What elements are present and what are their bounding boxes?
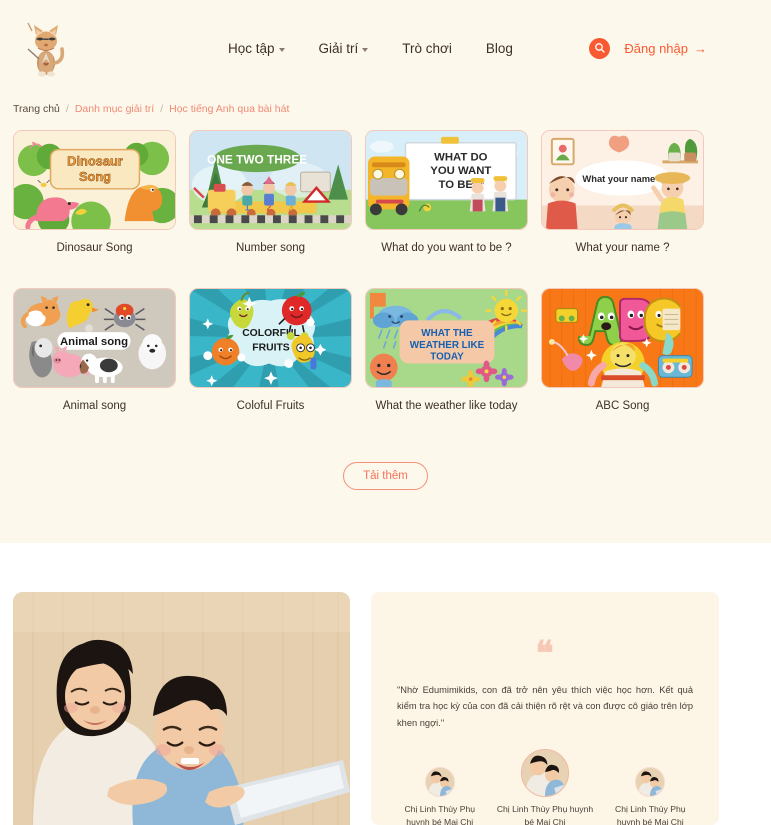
chevron-down-icon	[362, 47, 369, 52]
svg-text:WHAT THE: WHAT THE	[421, 328, 473, 339]
nav-item-blog[interactable]: Blog	[486, 41, 513, 56]
card-thumbnail: Dinosaur Song	[13, 130, 176, 230]
avatar	[521, 748, 569, 797]
card-title: ABC Song	[595, 399, 650, 412]
nav-label: Trò chơi	[402, 40, 452, 56]
card-title: What your name ?	[575, 242, 670, 254]
svg-text:Animal song: Animal song	[60, 336, 128, 348]
svg-text:FRUITS: FRUITS	[252, 343, 290, 354]
nav-label: Học tập	[228, 40, 275, 56]
testimonial-section: ❝ "Nhờ Edumimikids, con đã trở nên yêu t…	[0, 592, 771, 825]
main-nav: Học tập Giải trí Trò chơi Blog	[228, 41, 513, 56]
site-header: Học tập Giải trí Trò chơi Blog Đăng nhập…	[0, 0, 771, 96]
song-card-what-your-name[interactable]: What your name ? What your name ?	[541, 130, 704, 256]
author-name: Chị Linh Thùy Phụ huynh bé Mai Chi	[404, 803, 476, 825]
nav-item-tro-choi[interactable]: Trò chơi	[402, 41, 452, 56]
login-button[interactable]: Đăng nhập →	[624, 41, 707, 56]
card-title: Coloful Fruits	[236, 399, 305, 412]
song-card-coloful-fruits[interactable]: COLORFUL FRUITS Coloful Fruits	[189, 287, 352, 414]
card-thumbnail: COLORFUL FRUITS	[189, 287, 352, 388]
card-thumbnail: Animal song	[13, 287, 176, 388]
svg-text:Dinosaur: Dinosaur	[67, 153, 123, 168]
testimonial-text: "Nhờ Edumimikids, con đã trở nên yêu thí…	[397, 685, 693, 728]
breadcrumb: Trang chủ / Danh mục giải trí / Học tiến…	[0, 96, 771, 122]
avatar	[424, 766, 455, 797]
arrow-right-icon: →	[694, 40, 707, 56]
svg-text:ONE TWO THREE: ONE TWO THREE	[207, 152, 307, 166]
breadcrumb-home[interactable]: Trang chủ	[13, 103, 60, 115]
card-thumbnail	[541, 287, 704, 388]
breadcrumb-category[interactable]: Danh mục giải trí	[75, 103, 154, 115]
author-name: Chị Linh Thùy Phụ huynh bé Mai Chi	[496, 803, 594, 825]
card-thumbnail: What your name ?	[541, 130, 704, 230]
card-title: Dinosaur Song	[56, 242, 133, 254]
testimonial-author-right[interactable]: Chị Linh Thùy Phụ huynh bé Mai Chi	[608, 766, 693, 825]
svg-text:WEATHER LIKE: WEATHER LIKE	[410, 340, 485, 351]
page-root: Học tập Giải trí Trò chơi Blog Đăng nhập…	[0, 0, 771, 825]
chevron-down-icon	[278, 47, 285, 52]
card-thumbnail: WHAT THE WEATHER LIKE TODAY	[365, 287, 528, 388]
avatar	[635, 766, 666, 797]
song-card-number[interactable]: ONE TWO THREE 1 2 3 Number song	[189, 130, 352, 256]
svg-text:TODAY: TODAY	[430, 351, 464, 362]
testimonial-author-left[interactable]: Chị Linh Thùy Phụ huynh bé Mai Chi	[397, 766, 482, 825]
load-more-area: Tải thêm	[0, 461, 771, 490]
nav-label: Giải trí	[318, 40, 359, 56]
song-card-abc[interactable]: ABC Song	[541, 287, 704, 414]
nav-item-hoc-tap[interactable]: Học tập	[228, 41, 285, 56]
song-card-grid-row1: Dinosaur Song Dinosaur Song ONE TWO THRE…	[0, 122, 771, 256]
card-title: Number song	[235, 242, 306, 254]
family-photo	[13, 592, 350, 825]
card-title: Animal song	[62, 399, 127, 412]
nav-label: Blog	[485, 40, 513, 56]
svg-text:What your name ?: What your name ?	[582, 174, 663, 184]
card-thumbnail: WHAT DO YOU WANT TO BE ?	[365, 130, 528, 230]
load-more-button[interactable]: Tải thêm	[343, 461, 428, 490]
breadcrumb-separator: /	[160, 103, 164, 115]
nav-item-giai-tri[interactable]: Giải trí	[319, 41, 369, 56]
card-thumbnail: ONE TWO THREE 1 2 3	[189, 130, 352, 230]
song-card-dinosaur[interactable]: Dinosaur Song Dinosaur Song	[13, 130, 176, 256]
search-icon[interactable]	[589, 37, 611, 59]
login-label: Đăng nhập	[624, 40, 688, 56]
card-title: What the weather like today	[375, 399, 518, 412]
testimonial-authors: Chị Linh Thùy Phụ huynh bé Mai Chi Chị L…	[397, 748, 693, 825]
cat-mascot-logo-icon[interactable]	[22, 19, 70, 77]
song-card-grid-row2: Animal song Animal song COLORFUL FRUITS …	[0, 280, 771, 414]
testimonial-author-center[interactable]: Chị Linh Thùy Phụ huynh bé Mai Chi	[494, 748, 595, 825]
quote-mark-icon: ❝	[535, 636, 555, 673]
svg-text:Song: Song	[79, 169, 111, 184]
svg-text:YOU WANT: YOU WANT	[430, 165, 491, 177]
breadcrumb-current: Học tiếng Anh qua bài hát	[169, 103, 290, 115]
song-card-animal[interactable]: Animal song Animal song	[13, 287, 176, 414]
song-card-weather[interactable]: WHAT THE WEATHER LIKE TODAY What the wea…	[365, 287, 528, 414]
breadcrumb-separator: /	[65, 103, 69, 115]
svg-text:WHAT DO: WHAT DO	[434, 151, 488, 163]
card-title: What do you want to be ?	[381, 242, 512, 254]
header-actions: Đăng nhập →	[589, 37, 753, 59]
song-card-what-do-you-want-to-be[interactable]: WHAT DO YOU WANT TO BE ? What do you wan…	[365, 130, 528, 256]
author-name: Chị Linh Thùy Phụ huynh bé Mai Chi	[614, 803, 686, 825]
testimonial-quote-card: ❝ "Nhờ Edumimikids, con đã trở nên yêu t…	[371, 592, 719, 825]
